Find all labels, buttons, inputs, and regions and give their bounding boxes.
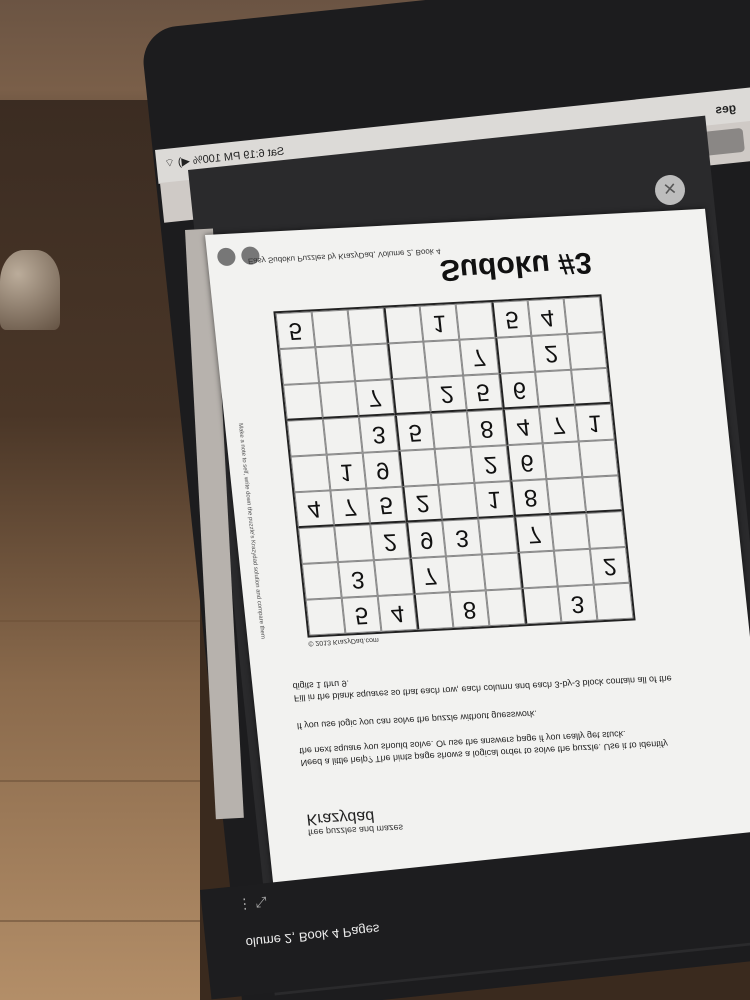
sudoku-cell: 7 bbox=[514, 514, 554, 553]
more-options-icon[interactable]: ⋮ ⤢ bbox=[237, 893, 268, 913]
prev-page-icon[interactable] bbox=[216, 247, 237, 267]
sudoku-cell: 4 bbox=[502, 407, 543, 446]
sudoku-cell bbox=[578, 439, 619, 478]
sudoku-cell bbox=[351, 343, 392, 382]
sudoku-cell bbox=[535, 369, 575, 408]
sudoku-cell: 5 bbox=[341, 595, 382, 634]
sudoku-cell: 4 bbox=[294, 490, 335, 529]
sudoku-cell: 5 bbox=[394, 413, 435, 451]
sudoku-cell: 7 bbox=[538, 405, 579, 444]
sudoku-cell: 2 bbox=[531, 334, 572, 372]
sudoku-cell bbox=[434, 447, 475, 485]
floor-tile-line bbox=[0, 920, 200, 922]
sudoku-cell bbox=[391, 377, 431, 416]
sudoku-cell: 2 bbox=[427, 375, 467, 414]
sudoku-cell bbox=[398, 448, 439, 487]
puzzle-title: Sudoku #3 bbox=[438, 245, 594, 287]
sudoku-cell: 5 bbox=[366, 486, 407, 525]
sudoku-cell bbox=[582, 475, 623, 514]
sudoku-cell: 8 bbox=[510, 479, 551, 517]
sudoku-cell: 3 bbox=[442, 518, 482, 557]
floor-tile-line bbox=[0, 780, 200, 782]
sudoku-cell: 1 bbox=[474, 480, 515, 519]
sudoku-cell bbox=[455, 301, 496, 340]
sudoku-page: Easy Sudoku Puzzles by KrazyDad, Volume … bbox=[205, 208, 750, 912]
sudoku-cell bbox=[334, 524, 374, 563]
sudoku-cell bbox=[430, 411, 471, 449]
sudoku-cell bbox=[301, 562, 342, 600]
sudoku-cell: 2 bbox=[402, 484, 443, 523]
sudoku-cell: 9 bbox=[362, 450, 403, 489]
photo-scene: Sat 6:19 PM 100% ◀) ⌔ ges Easy Sudoku Pu… bbox=[0, 0, 750, 1000]
sudoku-cell: 2 bbox=[470, 445, 511, 483]
sudoku-cell: 2 bbox=[589, 546, 630, 585]
sudoku-cell bbox=[413, 592, 454, 630]
sudoku-cell: 3 bbox=[557, 584, 598, 623]
sudoku-cell: 7 bbox=[355, 379, 395, 417]
sudoku-cell bbox=[311, 309, 352, 348]
sudoku-cell: 7 bbox=[459, 337, 500, 376]
sudoku-cell bbox=[283, 383, 323, 421]
sudoku-cell bbox=[586, 511, 626, 549]
sudoku-cell bbox=[593, 582, 634, 621]
sudoku-cell bbox=[373, 558, 414, 596]
sudoku-cell: 2 bbox=[370, 522, 410, 561]
sudoku-cell: 4 bbox=[527, 298, 568, 336]
sudoku-cell: 8 bbox=[449, 590, 490, 628]
toolbar-title: ges bbox=[714, 100, 737, 117]
sudoku-cell bbox=[315, 345, 356, 384]
sudoku-cell bbox=[546, 477, 587, 515]
sudoku-cell bbox=[438, 482, 479, 521]
glass-lamp bbox=[0, 250, 60, 330]
sudoku-cell: 9 bbox=[406, 520, 446, 559]
sudoku-cell bbox=[445, 554, 486, 593]
sudoku-cell bbox=[553, 548, 594, 587]
sudoku-cell bbox=[279, 347, 320, 385]
sudoku-cell: 5 bbox=[491, 300, 532, 338]
sudoku-cell bbox=[563, 296, 604, 335]
sudoku-cell: 4 bbox=[377, 594, 418, 632]
sudoku-cell bbox=[298, 526, 338, 564]
sudoku-cell bbox=[290, 454, 331, 493]
sudoku-cell: 7 bbox=[330, 488, 371, 527]
sudoku-cell: 8 bbox=[466, 409, 507, 448]
document-name: olume 2, Book 4 Pages bbox=[245, 921, 381, 951]
sudoku-cell bbox=[305, 597, 346, 636]
sudoku-cell bbox=[542, 441, 583, 480]
sudoku-cell bbox=[495, 335, 536, 374]
copyright: © 2013 KrazyDad.com bbox=[307, 635, 380, 647]
sudoku-cell bbox=[423, 339, 464, 378]
sudoku-cell: 1 bbox=[326, 452, 367, 491]
sudoku-cell: 6 bbox=[499, 371, 539, 410]
sudoku-cell bbox=[550, 513, 590, 551]
sudoku-cell bbox=[521, 586, 562, 625]
floor-tile-line bbox=[0, 620, 200, 622]
sudoku-grid: 5483372293747521819263584717256725154 bbox=[273, 294, 636, 638]
sudoku-cell bbox=[387, 341, 428, 380]
sudoku-cell bbox=[383, 305, 424, 344]
sudoku-cell: 6 bbox=[506, 443, 547, 481]
sudoku-cell bbox=[485, 588, 526, 627]
sudoku-cell bbox=[571, 367, 611, 406]
instruction-text: Need a little help? The hints page shows… bbox=[298, 728, 669, 768]
sudoku-cell bbox=[286, 418, 327, 457]
sudoku-cell bbox=[567, 332, 608, 370]
sudoku-cell: 1 bbox=[419, 303, 460, 342]
sudoku-cell: 5 bbox=[463, 373, 503, 412]
sudoku-cell: 5 bbox=[275, 311, 316, 350]
sudoku-cell bbox=[319, 381, 359, 419]
sudoku-cell: 3 bbox=[337, 560, 378, 598]
sudoku-cell bbox=[322, 416, 363, 455]
sudoku-cell: 1 bbox=[574, 403, 615, 442]
sudoku-cell: 3 bbox=[358, 415, 399, 453]
sudoku-cell bbox=[478, 516, 518, 555]
sudoku-cell: 7 bbox=[409, 556, 450, 595]
instruction-text: Fill in the blank squares so that each r… bbox=[292, 673, 673, 704]
sudoku-cell bbox=[517, 550, 558, 589]
sudoku-cell bbox=[347, 307, 388, 346]
sudoku-cell bbox=[481, 552, 522, 591]
page-header: Easy Sudoku Puzzles by KrazyDad, Volume … bbox=[247, 246, 441, 266]
